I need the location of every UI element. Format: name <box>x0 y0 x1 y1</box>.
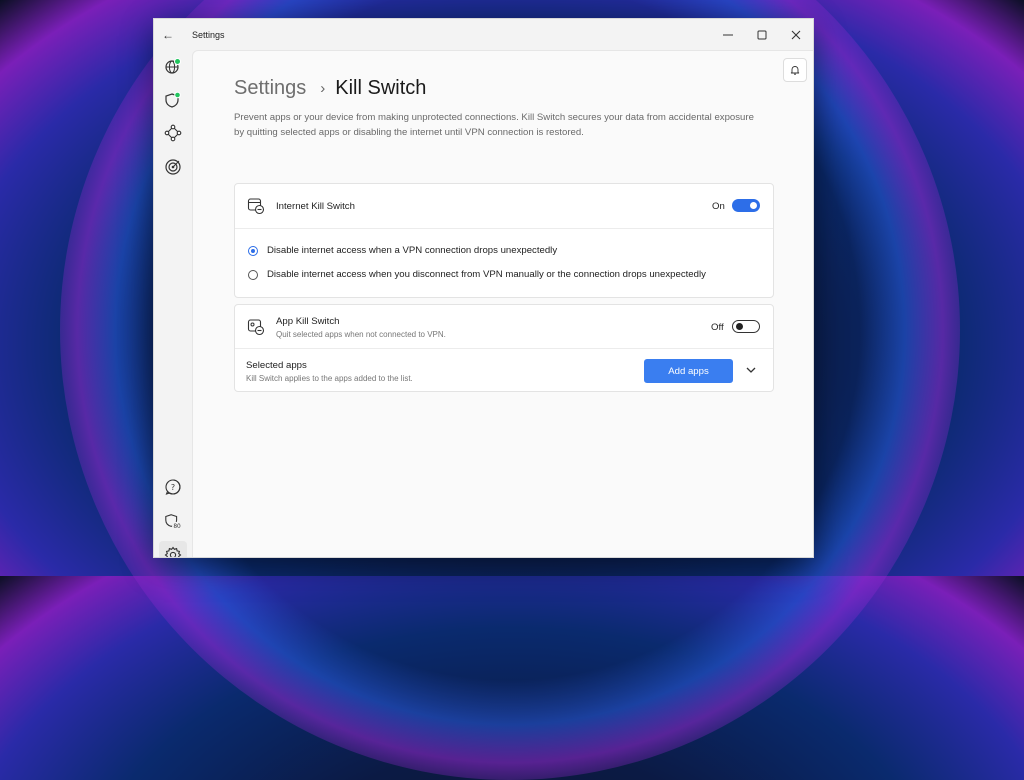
selected-apps-subtitle: Kill Switch applies to the apps added to… <box>246 374 413 383</box>
close-icon <box>791 30 801 39</box>
globe-status-icon <box>165 58 181 74</box>
sidebar-item-help[interactable]: ? <box>164 478 182 496</box>
radio-unchecked[interactable] <box>248 269 258 280</box>
sidebar-item-shield[interactable] <box>164 91 182 109</box>
app-kill-switch-card: App Kill Switch Quit selected apps when … <box>234 304 774 392</box>
app-kill-switch-state: Off <box>711 322 724 333</box>
breadcrumb-separator: › <box>320 80 326 97</box>
add-apps-button[interactable]: Add apps <box>644 359 733 383</box>
internet-kill-switch-state: On <box>712 201 725 212</box>
svg-text:?: ? <box>171 483 175 492</box>
app-kill-switch-icon <box>247 319 265 336</box>
sidebar-item-target[interactable] <box>164 158 182 176</box>
sidebar: ? 80 <box>154 50 192 557</box>
sidebar-item-globe[interactable] <box>164 57 182 75</box>
app-kill-switch-title: App Kill Switch <box>276 316 340 327</box>
meshnet-icon <box>164 124 182 142</box>
toggle-knob <box>750 202 757 209</box>
settings-window: ← Settings ? 80 Settings › Kill Switch P… <box>153 18 814 558</box>
sidebar-item-meshnet[interactable] <box>164 124 182 142</box>
page-title: Kill Switch <box>335 77 427 99</box>
breadcrumb: Settings › Kill Switch <box>234 77 426 100</box>
window-controls <box>711 19 813 50</box>
target-icon <box>165 159 181 175</box>
internet-kill-switch-icon <box>247 198 265 215</box>
help-icon: ? <box>165 479 181 495</box>
sidebar-item-shield-score[interactable]: 80 <box>164 512 182 530</box>
option-disconnect-manually[interactable]: Disable internet access when you disconn… <box>248 269 706 280</box>
page-description: Prevent apps or your device from making … <box>234 112 754 138</box>
app-kill-switch-header: App Kill Switch Quit selected apps when … <box>235 305 773 348</box>
chevron-down-icon[interactable] <box>745 364 757 376</box>
selected-apps-title: Selected apps <box>246 360 307 371</box>
radio-checked[interactable] <box>248 245 258 256</box>
gear-icon <box>164 546 182 557</box>
internet-kill-switch-toggle[interactable] <box>732 199 760 212</box>
breadcrumb-settings-link[interactable]: Settings <box>234 77 306 100</box>
app-kill-switch-toggle[interactable] <box>732 320 760 333</box>
notifications-button[interactable] <box>783 58 807 82</box>
option-label: Disable internet access when you disconn… <box>267 269 706 280</box>
app-kill-switch-subtitle: Quit selected apps when not connected to… <box>276 330 446 339</box>
internet-kill-switch-title: Internet Kill Switch <box>276 201 355 212</box>
back-arrow-icon[interactable]: ← <box>162 28 186 42</box>
close-button[interactable] <box>779 19 813 50</box>
internet-kill-switch-header: Internet Kill Switch On <box>235 184 773 228</box>
option-drop-unexpectedly[interactable]: Disable internet access when a VPN conne… <box>248 245 557 256</box>
window-title: Settings <box>192 29 225 40</box>
option-label: Disable internet access when a VPN conne… <box>267 245 558 256</box>
internet-kill-switch-card: Internet Kill Switch On Disable internet… <box>234 183 774 298</box>
shield-score-icon: 80 <box>165 514 182 530</box>
maximize-icon <box>757 30 767 39</box>
security-score-badge: 80 <box>173 524 181 530</box>
minimize-button[interactable] <box>711 19 745 50</box>
sidebar-item-settings[interactable] <box>159 541 187 557</box>
minimize-icon <box>723 34 733 35</box>
maximize-button[interactable] <box>745 19 779 50</box>
title-bar: ← Settings <box>154 19 813 50</box>
toggle-knob <box>736 323 743 330</box>
internet-kill-switch-options: Disable internet access when a VPN conne… <box>235 228 773 298</box>
selected-apps-row: Selected apps Kill Switch applies to the… <box>235 348 773 392</box>
bell-icon <box>790 66 800 75</box>
main-content: Settings › Kill Switch Prevent apps or y… <box>192 50 813 557</box>
shield-status-icon <box>165 91 181 108</box>
